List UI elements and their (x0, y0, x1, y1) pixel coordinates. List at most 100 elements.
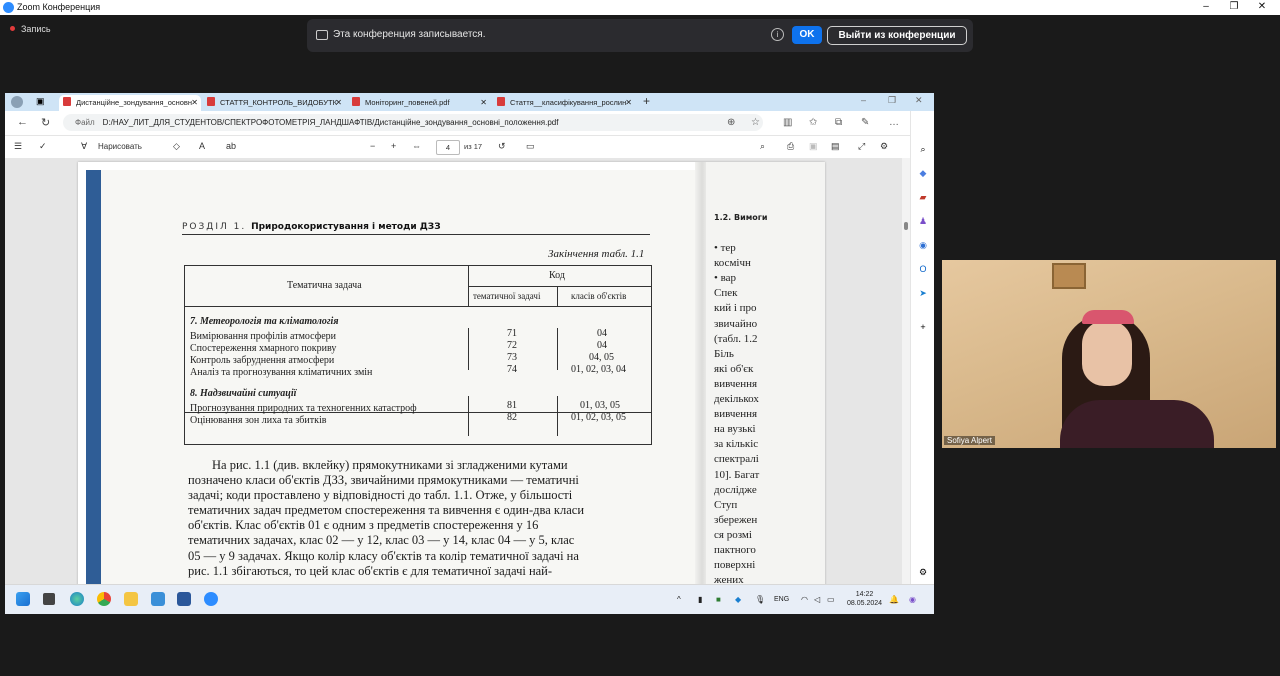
tab-close-icon[interactable]: ✕ (191, 95, 198, 111)
word-icon[interactable] (177, 592, 191, 606)
volume-icon[interactable]: ◁ (814, 595, 820, 604)
book-spine (86, 170, 101, 584)
table-row-code: 73 (507, 352, 517, 363)
taskbar-clock[interactable]: 14:22 08.05.2024 (847, 590, 882, 608)
reading-view-icon[interactable]: ▥ (783, 117, 792, 128)
add-icon[interactable]: + (917, 321, 929, 333)
zoom-icon[interactable]: ⊕ (727, 117, 735, 128)
tray-security-icon[interactable]: ◆ (735, 595, 741, 604)
browser-minimize-button[interactable]: – (861, 95, 866, 105)
right-line: дослідже (714, 483, 757, 496)
fit-page-icon[interactable]: ⇔ (412, 141, 421, 151)
section-8-label: 8. Надзвичайні ситуації (190, 388, 297, 399)
tray-overflow-icon[interactable]: ^ (677, 595, 681, 604)
tab-1[interactable]: Дистанційне_зондування_основн ✕ (59, 95, 201, 111)
sidebar-settings-icon[interactable]: ⚙ (917, 566, 929, 578)
save-as-icon[interactable]: ▤ (831, 141, 840, 152)
page-view-icon[interactable]: ▭ (526, 141, 535, 152)
header-rule (182, 234, 650, 235)
read-aloud-icon[interactable]: A (199, 141, 205, 151)
paragraph-line: позначено класи об'єктів ДЗЗ, звичайними… (188, 473, 579, 488)
right-line: поверхні (714, 559, 756, 572)
favorites-icon[interactable]: ✩ (809, 117, 817, 128)
minimize-button[interactable]: – (1192, 1, 1220, 14)
file-explorer-icon[interactable] (124, 592, 138, 606)
tab-label: СТАТТЯ_КОНТРОЛЬ_ВИДОБУТК (220, 98, 337, 107)
participant-body (1060, 400, 1214, 448)
photos-icon[interactable] (151, 592, 165, 606)
page-number-input[interactable]: 4 (436, 140, 460, 155)
tab-close-icon[interactable]: ✕ (480, 95, 487, 111)
close-button[interactable]: ✕ (1248, 1, 1276, 14)
pdf-icon (207, 97, 215, 106)
save-icon[interactable]: ▣ (809, 141, 818, 152)
circle-app-icon[interactable]: ◉ (917, 239, 929, 251)
scrollbar-thumb[interactable] (904, 222, 908, 230)
task-view-icon[interactable] (43, 593, 55, 605)
search-icon[interactable]: ⌕ (760, 141, 765, 152)
page-total: из 17 (464, 142, 483, 151)
translate-icon[interactable]: ab (226, 141, 236, 151)
notification-bell-icon[interactable]: 🔔 (889, 595, 899, 604)
briefcase-icon[interactable]: ▰ (917, 191, 929, 203)
new-tab-button[interactable]: + (643, 94, 650, 108)
collections-icon[interactable]: ⧉ (835, 117, 842, 128)
chrome-icon[interactable] (97, 592, 111, 606)
ok-button[interactable]: OK (792, 26, 822, 44)
search-icon[interactable]: ⌕ (917, 143, 929, 155)
tab-4[interactable]: Стаття__класифікування_рослин ✕ (493, 95, 635, 111)
url-field[interactable]: Файл D:/НАУ_ЛИТ_ДЛЯ_СТУДЕНТОВ/СПЕКТРОФОТО… (63, 114, 763, 131)
language-indicator[interactable]: ENG (774, 596, 789, 603)
tab-3[interactable]: Моніторинг_повеней.pdf ✕ (348, 95, 490, 111)
reload-icon[interactable]: ↻ (41, 116, 50, 129)
right-line: жених (714, 574, 744, 584)
wifi-icon[interactable]: ◠ (801, 595, 808, 604)
rotate-icon[interactable]: ↺ (498, 141, 506, 152)
send-icon[interactable]: ➤ (917, 287, 929, 299)
people-icon[interactable]: ♟ (917, 215, 929, 227)
battery-icon[interactable]: ▭ (827, 595, 835, 604)
outlook-icon[interactable]: O (917, 263, 929, 275)
eraser-icon[interactable]: ◇ (173, 141, 180, 152)
copilot-taskbar-icon[interactable]: ◉ (909, 595, 916, 604)
microphone-icon[interactable]: 🎙 (755, 595, 765, 604)
table-caption: Закінчення табл. 1.1 (548, 248, 645, 260)
edge-icon[interactable] (70, 592, 84, 606)
pdf-viewer[interactable]: РОЗДІЛ 1. Природокористування і методи Д… (5, 158, 902, 584)
zoom-out-icon[interactable]: − (370, 141, 375, 151)
draw-icon[interactable]: ∀ (81, 141, 87, 152)
contents-icon[interactable]: ☰ (14, 141, 22, 152)
menu-dots-icon[interactable]: … (889, 117, 899, 128)
tray-nvidia-icon[interactable]: ■ (716, 595, 721, 604)
banner-text: Эта конференция записывается. (333, 29, 486, 40)
print-icon[interactable]: ⎙ (787, 141, 794, 152)
tab-2[interactable]: СТАТТЯ_КОНТРОЛЬ_ВИДОБУТК ✕ (203, 95, 345, 111)
tray-app-icon[interactable]: ▮ (698, 595, 702, 604)
tab-close-icon[interactable]: ✕ (335, 95, 342, 111)
profile-avatar[interactable] (11, 96, 23, 108)
table-row-code: 82 (507, 412, 517, 423)
zoom-in-icon[interactable]: + (391, 141, 396, 151)
zoom-app-icon[interactable] (204, 592, 218, 606)
leave-meeting-button[interactable]: Выйти из конференции (827, 26, 967, 45)
settings-gear-icon[interactable]: ⚙ (880, 141, 888, 152)
tag-icon[interactable]: ◆ (917, 167, 929, 179)
start-icon[interactable] (16, 592, 30, 606)
browser-maximize-button[interactable]: ❐ (888, 95, 896, 106)
table-row-task: Контроль забруднення атмосфери (190, 355, 335, 366)
recording-label: Запись (21, 24, 51, 34)
tab-close-icon[interactable]: ✕ (625, 95, 632, 111)
tab-actions-icon[interactable]: ▣ (36, 96, 45, 107)
back-arrow-icon[interactable]: ← (17, 116, 28, 128)
highlight-icon[interactable]: ✓ (39, 141, 47, 152)
extensions-icon[interactable]: ✎ (861, 117, 869, 128)
browser-close-button[interactable]: ✕ (915, 95, 923, 106)
vertical-scrollbar[interactable] (902, 158, 910, 584)
favorite-star-icon[interactable]: ☆ (751, 117, 760, 128)
maximize-button[interactable]: ❐ (1220, 1, 1248, 14)
draw-button[interactable]: Нарисовать (98, 142, 142, 151)
participant-video[interactable]: Sofiya Alpert (942, 260, 1276, 448)
info-icon[interactable]: i (771, 28, 784, 41)
fullscreen-icon[interactable]: ⤢ (858, 141, 865, 152)
right-line: кий і про (714, 302, 757, 315)
